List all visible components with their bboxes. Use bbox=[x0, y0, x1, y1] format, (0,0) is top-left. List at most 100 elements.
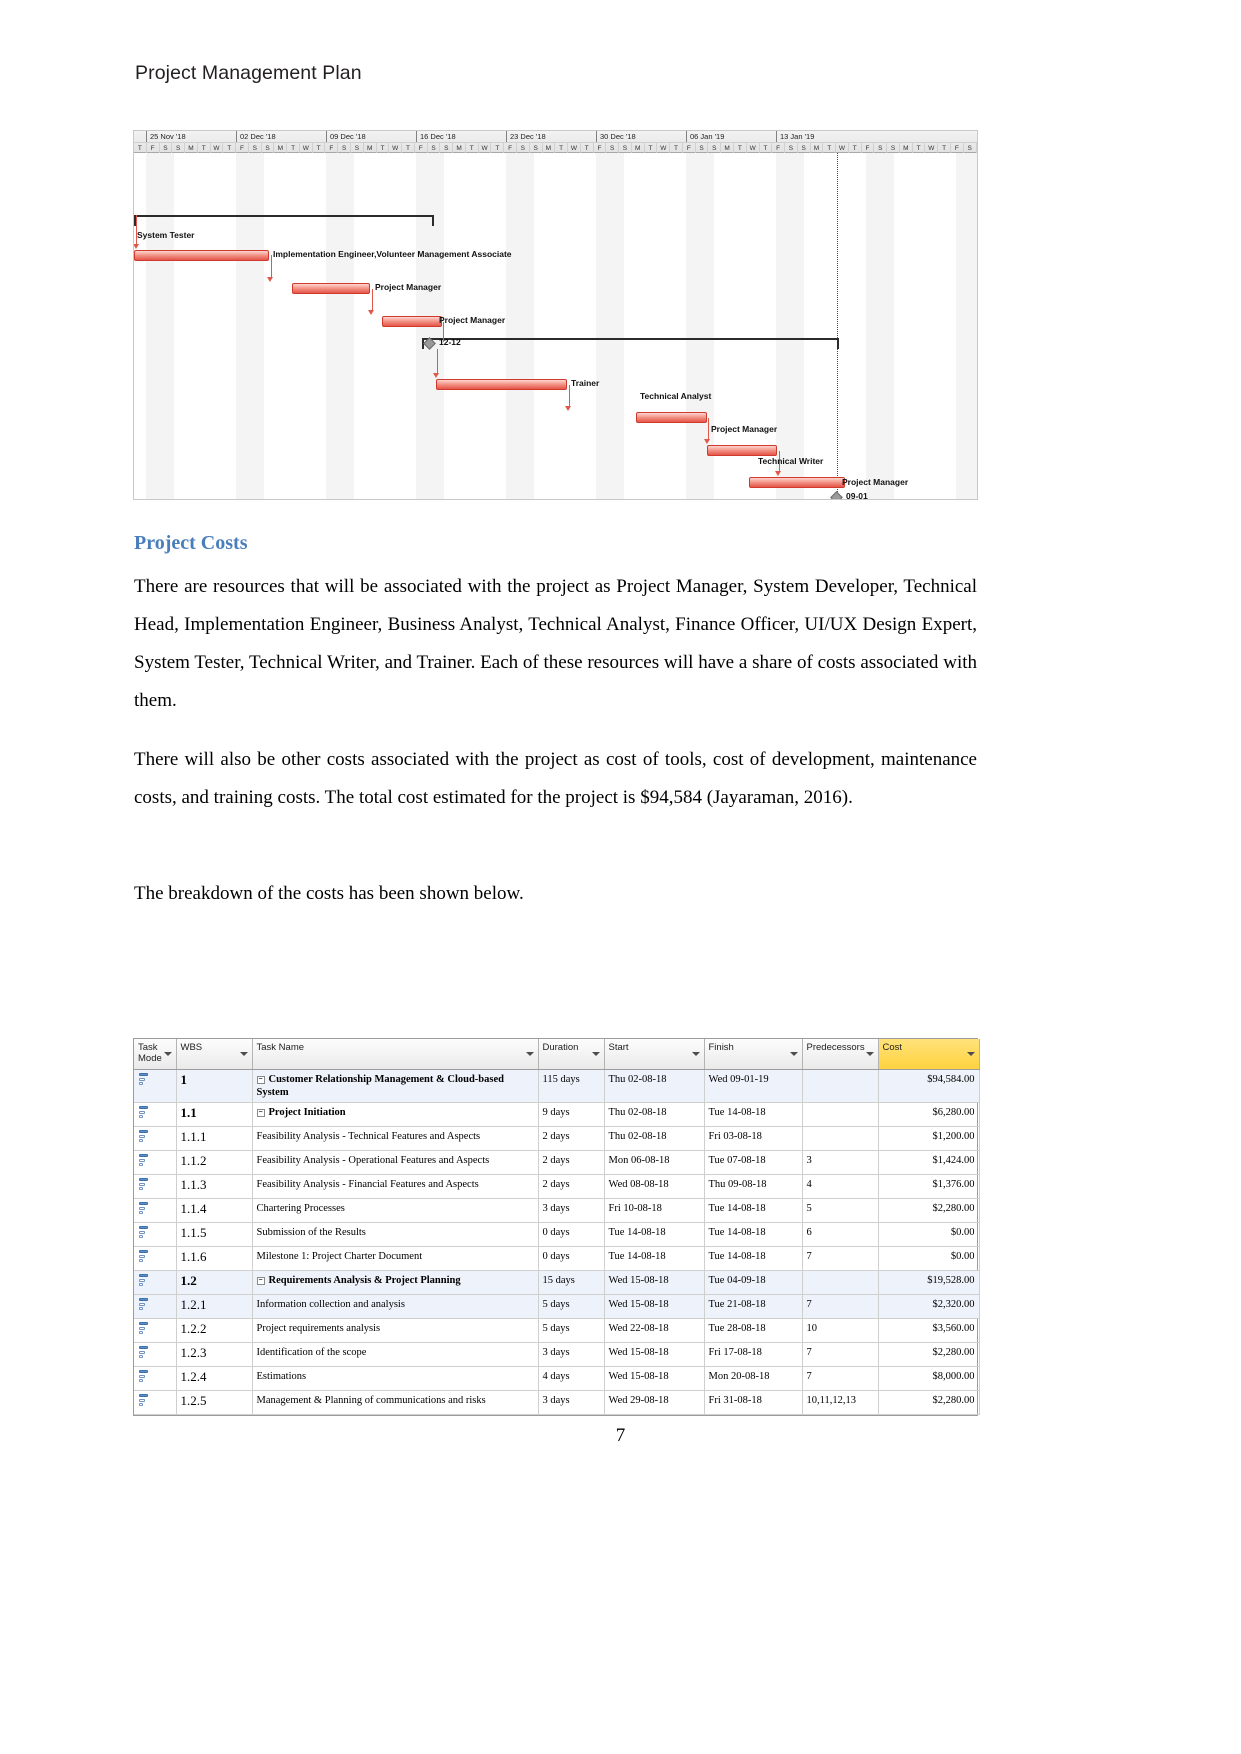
gantt-day-label: M bbox=[721, 143, 734, 153]
gantt-day-row: TFSSMTWTFSSMTWTFSSMTWTFSSMTWTFSSMTWTFSSM… bbox=[134, 142, 977, 153]
page-subheading: Project Costs bbox=[134, 532, 248, 554]
chevron-down-icon[interactable] bbox=[525, 1052, 534, 1056]
table-row[interactable]: 1.1.5 Submission of the Results 0 days Tue … bbox=[134, 1222, 980, 1247]
duration-cell: 3 days bbox=[538, 1390, 605, 1415]
chevron-down-icon[interactable] bbox=[789, 1052, 798, 1056]
collapse-toggle-icon[interactable]: − bbox=[256, 1276, 265, 1285]
table-row[interactable]: 1.2.2 Project requirements analysis 5 days… bbox=[134, 1318, 980, 1343]
task-mode-cell[interactable] bbox=[134, 1174, 177, 1199]
column-header-cost[interactable]: Cost bbox=[878, 1039, 980, 1070]
gantt-day-label: M bbox=[811, 143, 824, 153]
duration-cell: 0 days bbox=[538, 1246, 605, 1271]
task-mode-cell[interactable] bbox=[134, 1102, 177, 1127]
gantt-day-label: W bbox=[747, 143, 760, 153]
gantt-day-label: T bbox=[223, 143, 237, 153]
column-header-wbs[interactable]: WBS bbox=[176, 1039, 253, 1070]
chevron-down-icon[interactable] bbox=[163, 1052, 172, 1056]
duration-cell: 3 days bbox=[538, 1198, 605, 1223]
gantt-day-label: S bbox=[798, 143, 811, 153]
task-name-label: Feasibility Analysis - Financial Feature… bbox=[256, 1178, 479, 1190]
table-row[interactable]: 1.2.1 Information collection and analysis… bbox=[134, 1294, 980, 1319]
table-row[interactable]: 1.1.2 Feasibility Analysis - Operational … bbox=[134, 1150, 980, 1175]
start-date-cell: Tue 14-08-18 bbox=[604, 1222, 705, 1247]
task-mode-cell[interactable] bbox=[134, 1390, 177, 1415]
duration-cell: 9 days bbox=[538, 1102, 605, 1127]
task-mode-cell[interactable] bbox=[134, 1126, 177, 1151]
task-mode-cell[interactable] bbox=[134, 1366, 177, 1391]
table-row[interactable]: 1.2.4 Estimations 4 days Wed 15-08-18 Mon 20… bbox=[134, 1366, 980, 1391]
task-cost-table[interactable]: Task Mode WBS Task Name Duration Start F… bbox=[133, 1038, 980, 1416]
table-row[interactable]: 1− Customer Relationship Management & Clo… bbox=[134, 1069, 980, 1103]
auto-schedule-icon bbox=[138, 1273, 151, 1287]
cost-cell: $1,376.00 bbox=[878, 1174, 980, 1199]
column-header-finish[interactable]: Finish bbox=[704, 1039, 803, 1070]
column-header-start[interactable]: Start bbox=[604, 1039, 705, 1070]
task-mode-cell[interactable] bbox=[134, 1294, 177, 1319]
predecessors-cell: 3 bbox=[802, 1150, 879, 1175]
table-row[interactable]: 1.1.1 Feasibility Analysis - Technical Fe… bbox=[134, 1126, 980, 1151]
chevron-down-icon[interactable] bbox=[691, 1052, 700, 1056]
task-mode-cell[interactable] bbox=[134, 1318, 177, 1343]
summary-bar bbox=[422, 338, 839, 349]
chevron-down-icon[interactable] bbox=[239, 1052, 248, 1056]
cost-cell: $0.00 bbox=[878, 1222, 980, 1247]
task-mode-cell[interactable] bbox=[134, 1246, 177, 1271]
column-header-predecessors[interactable]: Predecessors bbox=[802, 1039, 879, 1070]
gantt-day-label: T bbox=[938, 143, 951, 153]
task-name-label: Feasibility Analysis - Operational Featu… bbox=[256, 1154, 490, 1166]
cost-cell: $0.00 bbox=[878, 1246, 980, 1271]
table-row[interactable]: 1.2− Requirements Analysis & Project Plan… bbox=[134, 1270, 980, 1295]
gantt-link-arrow bbox=[704, 439, 710, 444]
chevron-down-icon[interactable] bbox=[865, 1052, 874, 1056]
collapse-toggle-icon[interactable]: − bbox=[256, 1075, 265, 1084]
gantt-link-arrow bbox=[368, 310, 374, 315]
auto-schedule-icon bbox=[138, 1345, 151, 1359]
gantt-link bbox=[437, 349, 438, 374]
task-mode-cell[interactable] bbox=[134, 1198, 177, 1223]
task-mode-cell[interactable] bbox=[134, 1342, 177, 1367]
column-header-duration[interactable]: Duration bbox=[538, 1039, 605, 1070]
task-mode-cell[interactable] bbox=[134, 1270, 177, 1295]
wbs-cell: 1.2.4 bbox=[176, 1366, 253, 1391]
gantt-day-label: F bbox=[147, 143, 160, 153]
gantt-day-label: M bbox=[453, 143, 466, 153]
gantt-day-label: T bbox=[849, 143, 862, 153]
finish-date-cell: Tue 07-08-18 bbox=[704, 1150, 803, 1175]
column-header-label: Duration bbox=[542, 1042, 579, 1053]
table-row[interactable]: 1.1.6 Milestone 1: Project Charter Docume… bbox=[134, 1246, 980, 1271]
gantt-bar-label: Project Manager bbox=[375, 282, 442, 292]
collapse-toggle-icon[interactable]: − bbox=[256, 1108, 265, 1117]
gantt-week-label: 23 Dec '18 bbox=[506, 131, 596, 142]
gantt-chart: 25 Nov '18 02 Dec '18 09 Dec '18 16 Dec '18… bbox=[133, 130, 978, 500]
task-mode-cell[interactable] bbox=[134, 1150, 177, 1175]
finish-date-cell: Fri 31-08-18 bbox=[704, 1390, 803, 1415]
task-name-label: Submission of the Results bbox=[256, 1226, 366, 1238]
cost-cell: $2,280.00 bbox=[878, 1198, 980, 1223]
gantt-day-label: S bbox=[619, 143, 632, 153]
auto-schedule-icon bbox=[138, 1225, 151, 1239]
table-row[interactable]: 1.2.3 Identification of the scope 3 days We… bbox=[134, 1342, 980, 1367]
gantt-day-label: W bbox=[479, 143, 492, 153]
weekend-band bbox=[326, 153, 354, 499]
task-mode-cell[interactable] bbox=[134, 1069, 177, 1103]
task-mode-cell[interactable] bbox=[134, 1222, 177, 1247]
gantt-day-label: M bbox=[900, 143, 913, 153]
chevron-down-icon[interactable] bbox=[966, 1052, 975, 1056]
running-header: Project Management Plan bbox=[135, 62, 362, 84]
gantt-body: System Tester Implementation Engineer,Vo… bbox=[134, 153, 977, 499]
paragraph-resources: There are resources that will be associa… bbox=[134, 576, 977, 711]
task-name-cell: − Project Initiation bbox=[252, 1102, 539, 1127]
gantt-week-label: 13 Jan '19 bbox=[776, 131, 866, 142]
chevron-down-icon[interactable] bbox=[591, 1052, 600, 1056]
table-row[interactable]: 1.1− Project Initiation 9 days Thu 02-08-18… bbox=[134, 1102, 980, 1127]
column-header-task-name[interactable]: Task Name bbox=[252, 1039, 539, 1070]
duration-cell: 2 days bbox=[538, 1150, 605, 1175]
table-row[interactable]: 1.1.4 Chartering Processes 3 days Fri 10-08… bbox=[134, 1198, 980, 1223]
column-header-task-mode[interactable]: Task Mode bbox=[134, 1039, 177, 1070]
wbs-cell: 1.2.2 bbox=[176, 1318, 253, 1343]
task-name-cell: Information collection and analysis bbox=[252, 1294, 539, 1319]
table-row[interactable]: 1.2.5 Management & Planning of communicat… bbox=[134, 1390, 980, 1415]
finish-date-cell: Wed 09-01-19 bbox=[704, 1069, 803, 1103]
table-row[interactable]: 1.1.3 Feasibility Analysis - Financial Fe… bbox=[134, 1174, 980, 1199]
gantt-day-label: S bbox=[708, 143, 722, 153]
